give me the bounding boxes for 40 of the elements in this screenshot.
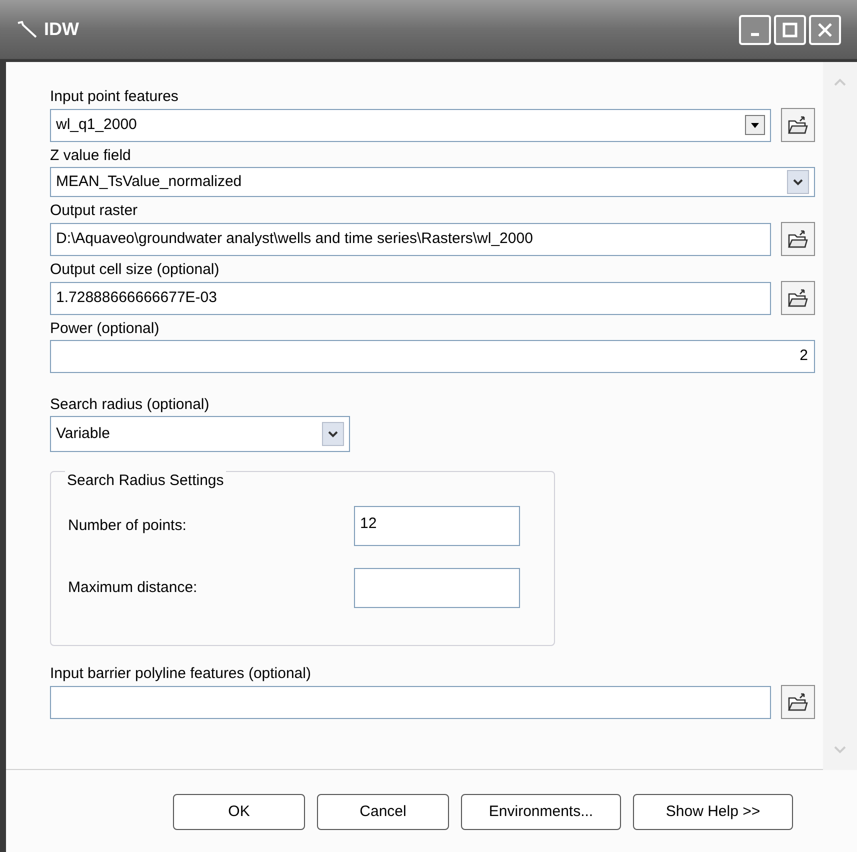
field-label: Maximum distance: (68, 578, 198, 598)
open-folder-icon (787, 692, 809, 712)
dialog-button[interactable]: OK (173, 794, 305, 830)
scroll-down-icon (834, 746, 846, 754)
browse-button[interactable] (781, 222, 815, 256)
field-label: Output raster (50, 201, 139, 221)
browse-button[interactable] (781, 281, 815, 315)
dialog-button[interactable]: Cancel (317, 794, 449, 830)
field-label: Output cell size (optional) (50, 260, 220, 280)
dropdown-field[interactable]: MEAN_TsValue_normalized (50, 167, 815, 197)
dialog-button[interactable]: Show Help >> (633, 794, 793, 830)
input-field[interactable] (354, 568, 520, 608)
maximize-icon (782, 22, 798, 38)
browse-button[interactable] (781, 108, 815, 142)
field-label: Input point features (50, 87, 180, 107)
browse-button[interactable] (781, 685, 815, 719)
minimize-icon (750, 32, 760, 36)
field-label: Search radius (optional) (50, 395, 210, 415)
field-label: Power (optional) (50, 319, 160, 339)
scroll-up-icon (834, 78, 846, 86)
input-field[interactable]: 2 (50, 340, 815, 373)
close-icon (817, 22, 833, 38)
minimize-button[interactable] (739, 14, 771, 44)
dialog-button[interactable]: Environments... (461, 794, 621, 830)
input-field[interactable]: D:\Aquaveo\groundwater analyst\wells and time series\Rasters\wl_2000 (50, 222, 771, 256)
dropdown-field[interactable]: Variable (50, 416, 350, 452)
input-field[interactable]: 12 (354, 506, 520, 546)
open-folder-icon (787, 229, 809, 249)
close-button[interactable] (809, 14, 841, 44)
open-folder-icon (787, 288, 809, 308)
field-label: Input barrier polyline features (optional) (50, 664, 312, 684)
hammer-icon (16, 20, 38, 38)
combo-field[interactable]: wl_q1_2000 (50, 108, 771, 142)
input-field[interactable]: 1.72888666666677E-03 (50, 282, 771, 314)
open-folder-icon (787, 115, 809, 135)
input-field[interactable] (50, 686, 771, 718)
maximize-button[interactable] (774, 14, 806, 44)
window-title: IDW (44, 18, 79, 41)
field-label: Z value field (50, 146, 132, 166)
field-label: Number of points: (68, 516, 186, 536)
